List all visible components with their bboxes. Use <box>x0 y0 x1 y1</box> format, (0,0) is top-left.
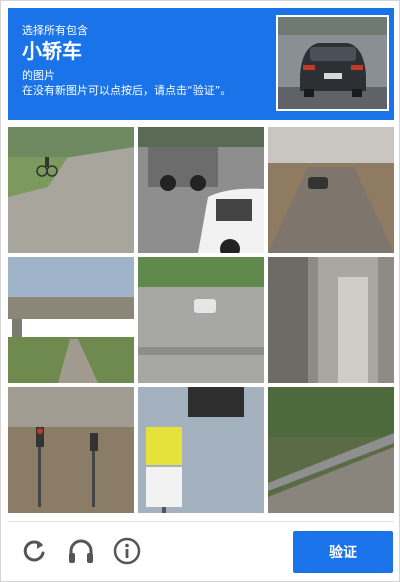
help-button[interactable] <box>112 536 142 566</box>
image-grid <box>8 127 395 514</box>
image-tile-6[interactable] <box>268 257 394 383</box>
instruction-hint: 在没有新图片可以点按后，请点击“验证”。 <box>22 84 232 97</box>
instruction-text-suffix: 的图片 <box>22 69 55 82</box>
image-tile-4[interactable] <box>8 257 134 383</box>
image-tile-1[interactable] <box>8 127 134 253</box>
target-object-label: 小轿车 <box>22 39 82 63</box>
image-tile-8[interactable] <box>138 387 264 513</box>
image-tile-9[interactable] <box>268 387 394 513</box>
sample-car-image <box>276 15 389 111</box>
image-tile-7[interactable] <box>8 387 134 513</box>
audio-challenge-button[interactable] <box>66 536 96 566</box>
instructions-header: 选择所有包含 小轿车 的图片 在没有新图片可以点按后，请点击“验证”。 <box>8 8 394 120</box>
info-icon <box>113 537 141 565</box>
reload-icon <box>23 540 45 562</box>
image-tile-5[interactable] <box>138 257 264 383</box>
headphones-icon <box>69 539 93 563</box>
reload-button[interactable] <box>19 536 49 566</box>
image-tile-3[interactable] <box>268 127 394 253</box>
verify-button[interactable]: 验证 <box>293 531 393 573</box>
footer-divider <box>8 521 394 522</box>
image-tile-2[interactable] <box>138 127 264 253</box>
instruction-text: 选择所有包含 <box>22 24 88 37</box>
captcha-challenge-frame: 选择所有包含 小轿车 的图片 在没有新图片可以点按后，请点击“验证”。 验证 <box>0 0 400 582</box>
